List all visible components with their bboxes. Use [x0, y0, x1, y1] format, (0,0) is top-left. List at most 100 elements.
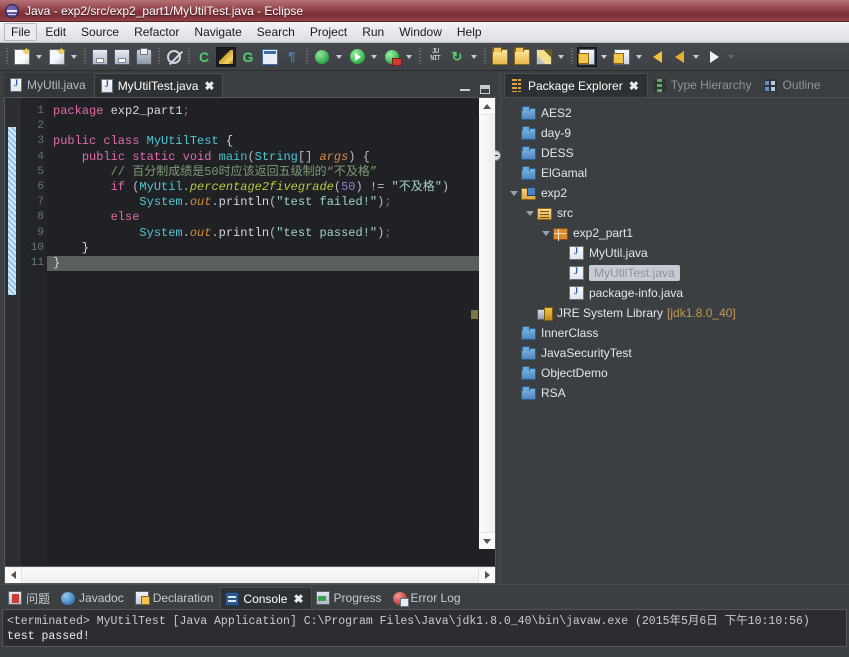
tab-problems[interactable]: 问题: [4, 587, 57, 609]
menu-edit[interactable]: Edit: [38, 23, 73, 41]
chevron-down-icon[interactable]: [539, 230, 553, 236]
open-type-icon[interactable]: [490, 46, 510, 67]
tree-item[interactable]: day-9: [501, 123, 849, 143]
new-editor-icon[interactable]: G: [238, 47, 258, 67]
tree-item[interactable]: RSA: [501, 383, 849, 403]
save-icon[interactable]: [90, 47, 110, 67]
print-icon[interactable]: [134, 47, 154, 67]
tree-item[interactable]: MyUtilTest.java: [501, 263, 849, 283]
save-all-icon[interactable]: [112, 47, 132, 67]
annotation-gutter[interactable]: [5, 98, 21, 566]
editor-tab-myutiltest[interactable]: MyUtilTest.java ✖: [93, 73, 224, 97]
console-output-area[interactable]: <terminated> MyUtilTest [Java Applicatio…: [2, 609, 847, 647]
previous-annotation-dropdown[interactable]: [598, 47, 609, 67]
new-document-icon[interactable]: ✦: [12, 46, 32, 67]
pencil-icon[interactable]: [534, 47, 554, 67]
tab-type-hierarchy[interactable]: Type Hierarchy: [648, 73, 760, 97]
code-line[interactable]: [47, 119, 495, 134]
tree-item[interactable]: ObjectDemo: [501, 363, 849, 383]
menu-project[interactable]: Project: [303, 23, 354, 41]
code-line[interactable]: package exp2_part1;: [47, 104, 495, 119]
code-line[interactable]: if (MyUtil.percentage2fivegrade(50) != "…: [47, 180, 495, 195]
maximize-icon[interactable]: [480, 85, 490, 94]
menu-navigate[interactable]: Navigate: [187, 23, 248, 41]
close-icon[interactable]: ✖: [629, 80, 639, 92]
close-icon[interactable]: ✖: [293, 593, 303, 605]
close-icon[interactable]: ✖: [204, 80, 214, 92]
tab-console[interactable]: Console ✖: [220, 587, 312, 609]
external-tools-dropdown[interactable]: [403, 47, 414, 67]
tree-item[interactable]: exp2: [501, 183, 849, 203]
menu-file[interactable]: File: [4, 23, 38, 41]
scroll-left-icon[interactable]: [5, 567, 21, 583]
menu-source[interactable]: Source: [74, 23, 126, 41]
new-document-dropdown[interactable]: [33, 47, 44, 67]
menu-run[interactable]: Run: [355, 23, 391, 41]
code-line[interactable]: }: [47, 241, 495, 256]
menu-refactor[interactable]: Refactor: [127, 23, 186, 41]
junit-icon[interactable]: JU NIT: [425, 47, 445, 67]
vertical-scroll-thumb[interactable]: [479, 114, 495, 533]
new-class-dropdown[interactable]: [68, 47, 79, 67]
tab-progress[interactable]: Progress: [312, 587, 389, 609]
debug-icon[interactable]: [312, 47, 332, 67]
open-folder-icon[interactable]: [512, 46, 532, 67]
tab-package-explorer[interactable]: Package Explorer ✖: [504, 73, 648, 97]
tree-item[interactable]: DESS: [501, 143, 849, 163]
new-class-icon[interactable]: ✦: [47, 46, 67, 67]
pencil-dropdown[interactable]: [555, 47, 566, 67]
debug-dropdown[interactable]: [333, 47, 344, 67]
next-annotation-dropdown[interactable]: [633, 47, 644, 67]
editor-horizontal-scrollbar[interactable]: [5, 566, 495, 583]
tree-item[interactable]: AES2: [501, 103, 849, 123]
tab-outline[interactable]: Outline: [759, 73, 828, 97]
tree-item[interactable]: package-info.java: [501, 283, 849, 303]
code-line[interactable]: public static void main(String[] args) {: [47, 150, 495, 165]
horizontal-scroll-thumb[interactable]: [21, 567, 479, 583]
arrow-back-icon-2[interactable]: [669, 47, 689, 67]
chevron-down-icon[interactable]: [523, 210, 537, 216]
code-line[interactable]: }: [47, 255, 495, 272]
tree-item[interactable]: JRE System Library [jdk1.8.0_40]: [501, 303, 849, 323]
minimize-icon[interactable]: [460, 88, 470, 91]
coverage-dropdown[interactable]: [468, 47, 479, 67]
coverage-icon[interactable]: ↻: [447, 47, 467, 67]
back-dropdown[interactable]: [690, 47, 701, 67]
tree-item[interactable]: JavaSecurityTest: [501, 343, 849, 363]
project-tree[interactable]: AES2 day-9 DESS ElGamal exp2 srcexp2_part1 MyU…: [501, 97, 849, 584]
tree-item[interactable]: MyUtil.java: [501, 243, 849, 263]
arrow-back-icon[interactable]: [647, 47, 667, 67]
arrow-forward-icon[interactable]: [704, 47, 724, 67]
tree-item[interactable]: InnerClass: [501, 323, 849, 343]
code-line[interactable]: public class MyUtilTest {: [47, 134, 495, 149]
tab-declaration[interactable]: Declaration: [131, 587, 221, 609]
whitespace-icon[interactable]: ¶: [282, 47, 302, 67]
block-selection-icon[interactable]: [260, 47, 280, 67]
mark-occurrences-icon[interactable]: [164, 47, 184, 67]
code-line[interactable]: // 百分制成绩是50时应该返回五级制的“不及格”: [47, 165, 495, 180]
chevron-down-icon[interactable]: [507, 190, 521, 196]
scroll-up-icon[interactable]: [479, 98, 495, 114]
scroll-down-icon[interactable]: [479, 533, 495, 549]
tab-error-log[interactable]: Error Log: [389, 587, 468, 609]
tree-item[interactable]: ElGamal: [501, 163, 849, 183]
run-icon[interactable]: [347, 47, 367, 67]
menu-search[interactable]: Search: [250, 23, 302, 41]
menu-window[interactable]: Window: [392, 23, 449, 41]
external-tools-icon[interactable]: [382, 47, 402, 67]
open-task-icon[interactable]: [216, 46, 236, 67]
tree-item[interactable]: exp2_part1: [501, 223, 849, 243]
code-line[interactable]: System.out.println("test failed!");: [47, 195, 495, 210]
next-annotation-icon[interactable]: [612, 47, 632, 67]
scroll-right-icon[interactable]: [479, 567, 495, 583]
previous-annotation-icon[interactable]: [577, 46, 597, 67]
editor-vertical-scrollbar[interactable]: [479, 98, 495, 549]
code-line[interactable]: System.out.println("test passed!");: [47, 226, 495, 241]
tree-item[interactable]: src: [501, 203, 849, 223]
code-text-area[interactable]: package exp2_part1; public class MyUtilT…: [47, 98, 495, 566]
menu-help[interactable]: Help: [450, 23, 489, 41]
java-project-icon[interactable]: C: [194, 47, 214, 67]
run-dropdown[interactable]: [368, 47, 379, 67]
editor-tab-myutil[interactable]: MyUtil.java: [4, 73, 94, 97]
tab-javadoc[interactable]: Javadoc: [57, 587, 131, 609]
